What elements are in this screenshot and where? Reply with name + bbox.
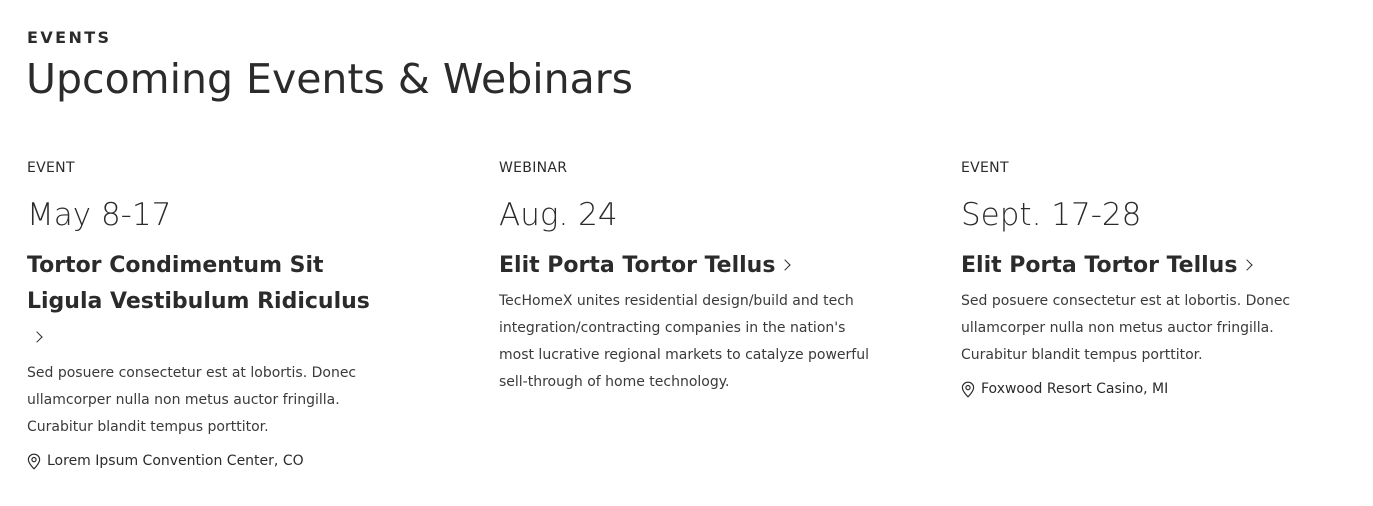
card-location: Lorem Ipsum Convention Center, CO <box>27 451 372 471</box>
card-type-label: WEBINAR <box>499 160 568 176</box>
event-card: EVENT Sept. 17-28 Elit Porta Tortor Tell… <box>961 158 1296 399</box>
page-title: Upcoming Events & Webinars <box>26 55 633 103</box>
card-title-link[interactable]: Tortor Condimentum Sit Ligula Vestibulum… <box>27 248 372 356</box>
card-title-text: Tortor Condimentum Sit Ligula Vestibulum… <box>27 253 370 314</box>
card-date: Sept. 17-28 <box>961 197 1142 233</box>
chevron-right-icon <box>779 259 792 271</box>
card-type-label: EVENT <box>27 160 75 176</box>
card-description: Sed posuere consectetur est at lobortis.… <box>961 293 1291 363</box>
card-description: Sed posuere consectetur est at lobortis.… <box>27 365 357 435</box>
card-title-text: Elit Porta Tortor Tellus <box>499 253 776 278</box>
card-date: May 8-17 <box>27 197 172 233</box>
card-title-link[interactable]: Elit Porta Tortor Tellus <box>499 248 869 284</box>
chevron-right-icon <box>31 331 43 343</box>
chevron-right-icon <box>1241 259 1254 271</box>
card-description: TecHomeX unites residential design/build… <box>499 293 869 390</box>
map-pin-icon <box>27 453 41 470</box>
map-pin-icon <box>961 381 975 398</box>
event-card: EVENT May 8-17 Tortor Condimentum Sit Li… <box>27 158 372 471</box>
section-eyebrow: EVENTS <box>27 28 112 47</box>
card-title-text: Elit Porta Tortor Tellus <box>961 253 1238 278</box>
location-text: Lorem Ipsum Convention Center, CO <box>47 453 304 469</box>
webinar-card: WEBINAR Aug. 24 Elit Porta Tortor Tellus… <box>499 158 869 396</box>
card-title-link[interactable]: Elit Porta Tortor Tellus <box>961 248 1296 284</box>
location-text: Foxwood Resort Casino, MI <box>981 381 1169 397</box>
card-location: Foxwood Resort Casino, MI <box>961 379 1296 399</box>
card-date: Aug. 24 <box>499 197 618 233</box>
card-type-label: EVENT <box>961 160 1009 176</box>
